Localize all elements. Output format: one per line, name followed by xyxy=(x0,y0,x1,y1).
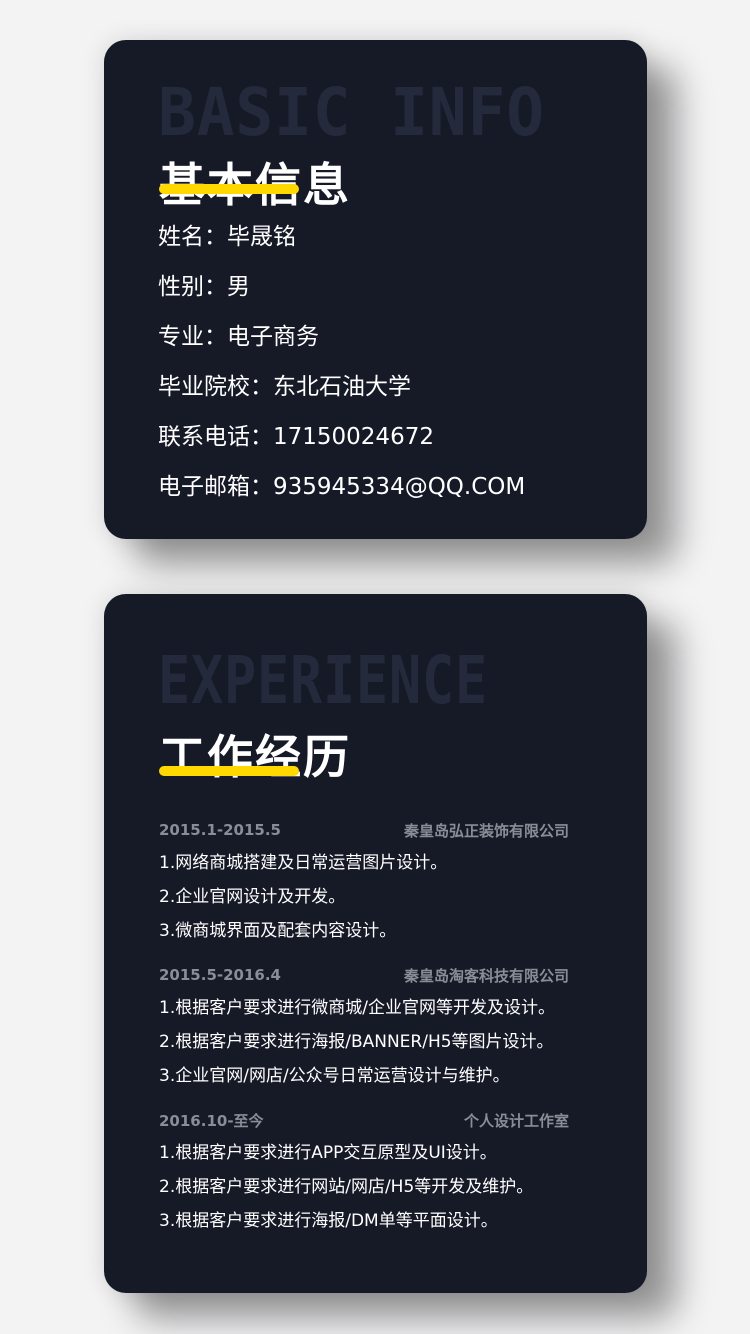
experience-entry: 2016.10-至今 个人设计工作室 1.根据客户要求进行APP交互原型及UI设… xyxy=(159,1108,569,1240)
experience-list: 2015.1-2015.5 秦皇岛弘正装饰有限公司 1.网络商城搭建及日常运营图… xyxy=(159,818,569,1253)
experience-entry-header: 2016.10-至今 个人设计工作室 xyxy=(159,1108,569,1132)
experience-period: 2015.5-2016.4 xyxy=(159,966,281,984)
experience-period: 2016.10-至今 xyxy=(159,1111,264,1130)
experience-duty: 1.根据客户要求进行微商城/企业官网等开发及设计。 xyxy=(159,998,555,1018)
experience-entry-header: 2015.5-2016.4 秦皇岛淘客科技有限公司 xyxy=(159,963,569,987)
basic-info-title-underline xyxy=(159,184,299,194)
experience-duties: 1.网络商城搭建及日常运营图片设计。 2.企业官网设计及开发。 3.微商城界面及… xyxy=(159,848,569,950)
experience-duty: 2.根据客户要求进行网站/网店/H5等开发及维护。 xyxy=(159,1177,534,1197)
experience-company: 秦皇岛弘正装饰有限公司 xyxy=(403,821,569,840)
info-row-major: 专业：电子商务 xyxy=(158,324,319,350)
info-row-gender: 性别：男 xyxy=(158,274,250,300)
info-row-name: 姓名：毕晟铭 xyxy=(158,224,296,250)
experience-duty: 1.网络商城搭建及日常运营图片设计。 xyxy=(159,853,448,873)
experience-entry-header: 2015.1-2015.5 秦皇岛弘正装饰有限公司 xyxy=(159,818,569,842)
experience-watermark: EXPERIENCE xyxy=(158,642,488,719)
info-row-school: 毕业院校：东北石油大学 xyxy=(158,374,411,400)
experience-duty: 1.根据客户要求进行APP交互原型及UI设计。 xyxy=(159,1143,497,1163)
experience-duties: 1.根据客户要求进行微商城/企业官网等开发及设计。 2.根据客户要求进行海报/B… xyxy=(159,993,569,1095)
experience-duty: 3.企业官网/网店/公众号日常运营设计与维护。 xyxy=(159,1066,510,1086)
experience-period: 2015.1-2015.5 xyxy=(159,821,281,839)
experience-company: 秦皇岛淘客科技有限公司 xyxy=(403,966,569,985)
experience-entry: 2015.1-2015.5 秦皇岛弘正装饰有限公司 1.网络商城搭建及日常运营图… xyxy=(159,818,569,950)
experience-duty: 2.根据客户要求进行海报/BANNER/H5等图片设计。 xyxy=(159,1032,554,1052)
experience-duty: 3.根据客户要求进行海报/DM单等平面设计。 xyxy=(159,1211,498,1231)
info-row-email: 电子邮箱：935945334@QQ.COM xyxy=(158,474,526,500)
experience-title-underline xyxy=(159,766,299,776)
basic-info-card: BASIC INFO 基本信息 姓名：毕晟铭 性别：男 专业：电子商务 毕业院校… xyxy=(104,40,647,539)
experience-duty: 3.微商城界面及配套内容设计。 xyxy=(159,921,397,941)
experience-company: 个人设计工作室 xyxy=(463,1111,569,1130)
basic-info-list: 姓名：毕晟铭 性别：男 专业：电子商务 毕业院校：东北石油大学 联系电话：171… xyxy=(158,218,525,518)
basic-info-watermark: BASIC INFO xyxy=(158,74,545,151)
experience-duty: 2.企业官网设计及开发。 xyxy=(159,887,346,907)
experience-entry: 2015.5-2016.4 秦皇岛淘客科技有限公司 1.根据客户要求进行微商城/… xyxy=(159,963,569,1095)
experience-duties: 1.根据客户要求进行APP交互原型及UI设计。 2.根据客户要求进行网站/网店/… xyxy=(159,1138,569,1240)
experience-card: EXPERIENCE 工作经历 2015.1-2015.5 秦皇岛弘正装饰有限公… xyxy=(104,594,647,1293)
info-row-phone: 联系电话：17150024672 xyxy=(158,424,434,450)
